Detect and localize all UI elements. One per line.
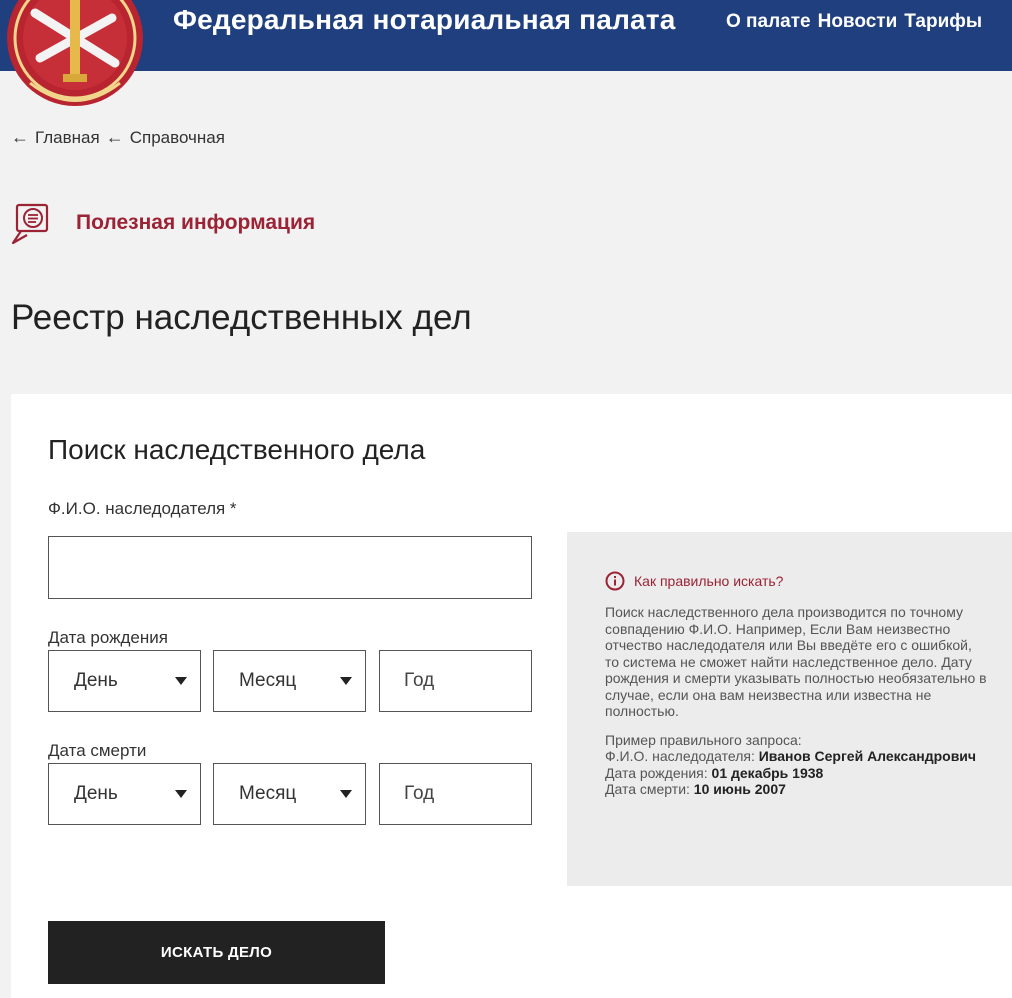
example-title: Пример правильного запроса: <box>605 731 802 748</box>
example-death-line: Дата смерти: 10 июнь 2007 <box>605 781 988 798</box>
site-title[interactable]: Федеральная нотариальная палата <box>173 4 676 36</box>
info-icon <box>605 571 625 591</box>
nav-link-tariffs[interactable]: Тарифы <box>904 11 982 33</box>
chevron-down-icon <box>340 677 352 685</box>
section-title[interactable]: Полезная информация <box>76 211 315 235</box>
chevron-down-icon <box>175 790 187 798</box>
nav-link-about[interactable]: О палате <box>726 11 811 33</box>
hint-title: Как правильно искать? <box>634 572 784 589</box>
birth-month-value: Месяц <box>239 670 297 691</box>
death-date-label: Дата смерти <box>48 741 147 760</box>
breadcrumb-link-reference[interactable]: Справочная <box>130 128 225 148</box>
example-birth-value: 01 декабрь 1938 <box>711 764 824 781</box>
top-nav: О палате Новости Тарифы <box>726 11 982 33</box>
death-day-select[interactable]: День <box>48 763 201 825</box>
death-month-value: Месяц <box>239 783 297 804</box>
page-title: Реестр наследственных дел <box>11 298 472 337</box>
birth-year-input[interactable] <box>379 650 532 712</box>
birth-month-select[interactable]: Месяц <box>213 650 366 712</box>
breadcrumb-arrow-icon: ← <box>11 127 29 147</box>
name-input[interactable] <box>48 536 532 599</box>
example-birth-label: Дата рождения: <box>605 764 712 781</box>
death-month-select[interactable]: Месяц <box>213 763 366 825</box>
birth-day-value: День <box>74 670 118 691</box>
hint-example: Пример правильного запроса: Ф.И.О. насле… <box>605 732 988 798</box>
birth-date-label: Дата рождения <box>48 628 168 647</box>
birth-day-select[interactable]: День <box>48 650 201 712</box>
example-name-value: Иванов Сергей Александрович <box>758 748 977 764</box>
hint-text: Поиск наследственного дела производится … <box>605 604 987 719</box>
breadcrumb-link-home[interactable]: Главная <box>35 128 100 148</box>
breadcrumb: ← Главная ← Справочная <box>11 127 225 148</box>
notary-emblem-logo[interactable] <box>0 0 150 113</box>
search-case-button[interactable]: ИСКАТЬ ДЕЛО <box>48 921 385 984</box>
search-card: Поиск наследственного дела Ф.И.О. наслед… <box>11 394 1012 998</box>
breadcrumb-arrow-icon: ← <box>105 127 124 147</box>
example-birth-line: Дата рождения: 01 декабрь 1938 <box>605 765 988 782</box>
death-day-value: День <box>74 783 118 804</box>
nav-link-news[interactable]: Новости <box>818 11 898 33</box>
document-chat-icon <box>11 203 49 245</box>
death-year-input[interactable] <box>379 763 532 825</box>
example-death-value: 10 июнь 2007 <box>693 781 786 797</box>
site-header: Федеральная нотариальная палата О палате… <box>0 0 1012 106</box>
search-hint-panel: Как правильно искать? Поиск наследственн… <box>567 532 1012 886</box>
chevron-down-icon <box>340 790 352 798</box>
chevron-down-icon <box>175 677 187 685</box>
name-field-label: Ф.И.О. наследодателя * <box>48 499 237 518</box>
form-title: Поиск наследственного дела <box>48 434 426 465</box>
example-name-label: Ф.И.О. наследодателя: <box>605 748 759 764</box>
hint-header: Как правильно искать? <box>605 571 988 591</box>
example-name-line: Ф.И.О. наследодателя: Иванов Сергей Алек… <box>605 748 988 765</box>
example-death-label: Дата смерти: <box>605 781 694 797</box>
